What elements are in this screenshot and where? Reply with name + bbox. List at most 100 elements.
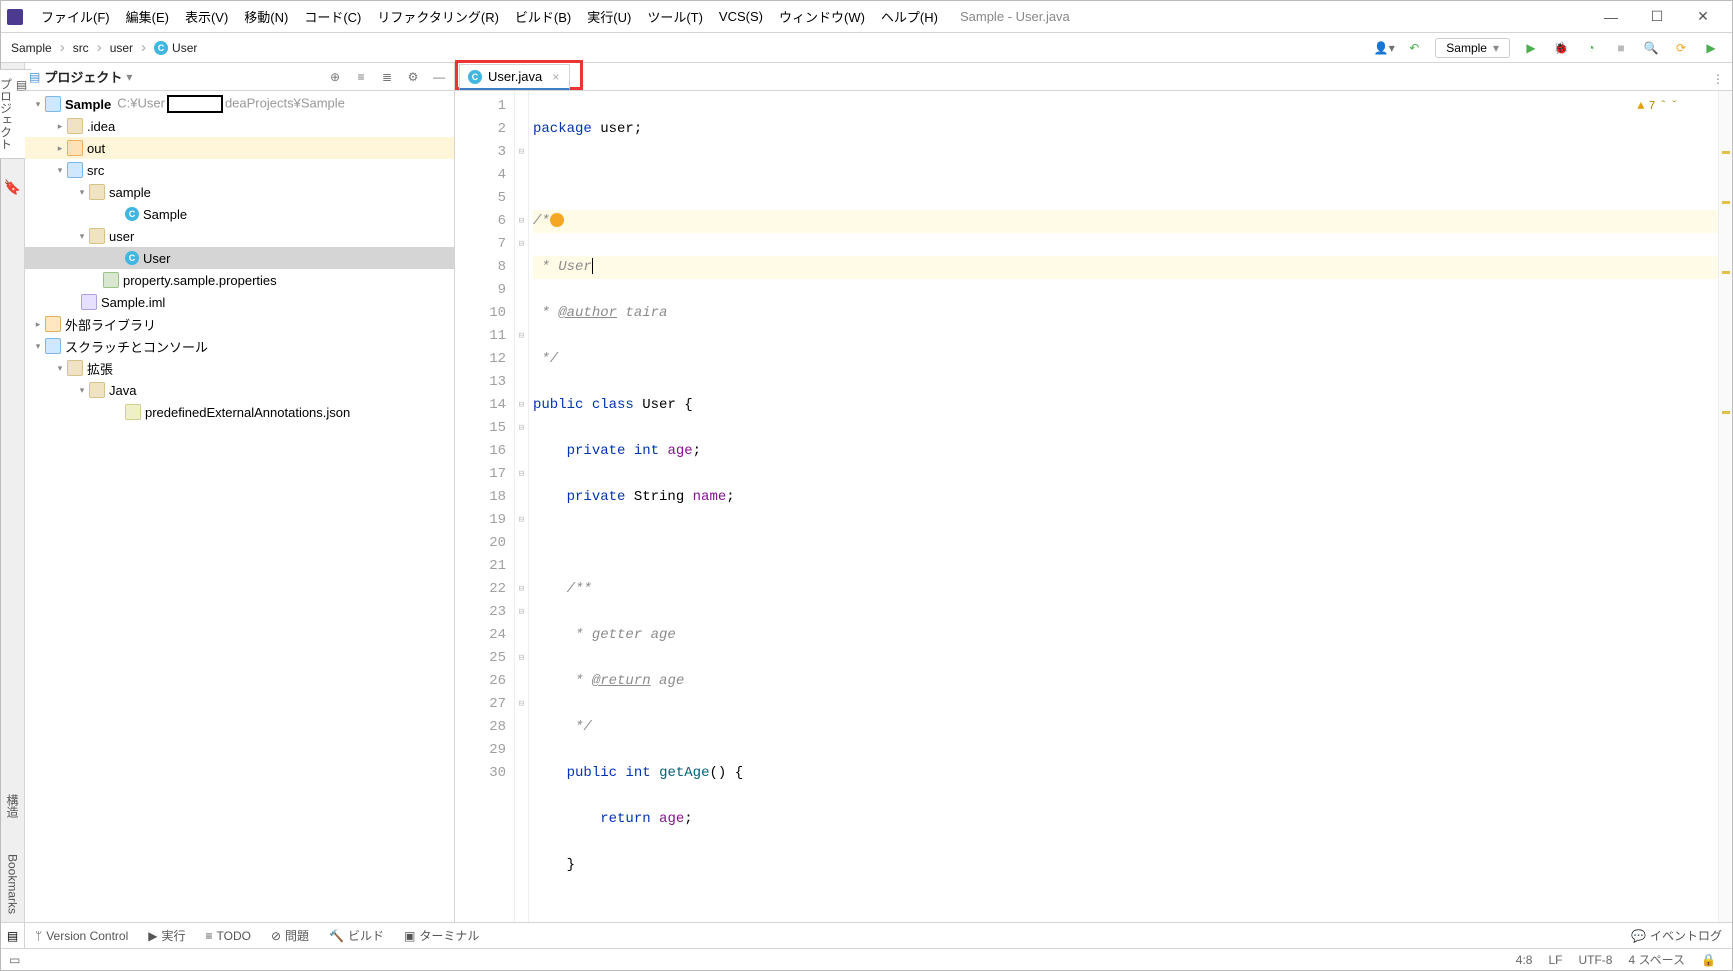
- code-editor[interactable]: 1234567891011121314151617181920212223242…: [455, 91, 1732, 922]
- debug-button[interactable]: 🐞: [1548, 37, 1574, 59]
- project-tool-header: ▤ プロジェクト ▾ ⊕ ≡ ≣ ⚙ —: [25, 63, 454, 91]
- menu-code[interactable]: コード(C): [296, 3, 369, 30]
- tree-node-user-pkg[interactable]: ▾user: [25, 225, 454, 247]
- menu-refactor[interactable]: リファクタリング(R): [369, 3, 507, 30]
- project-tree[interactable]: ▾ Sample C:¥UserdeaProjects¥Sample ▸.ide…: [25, 91, 454, 922]
- sync-icon[interactable]: ↶: [1401, 37, 1427, 59]
- status-bar: ▭ 4:8 LF UTF-8 4 スペース 🔒: [1, 948, 1732, 970]
- tree-node-iml[interactable]: ▸Sample.iml: [25, 291, 454, 313]
- menu-build[interactable]: ビルド(B): [507, 3, 579, 30]
- tool-problems[interactable]: ⊘問題: [261, 927, 319, 944]
- run-button[interactable]: ▶: [1518, 37, 1544, 59]
- tool-run[interactable]: ▶実行: [138, 927, 195, 944]
- folder-icon: [89, 382, 105, 398]
- expand-all-icon[interactable]: ≡: [350, 66, 372, 88]
- bookmarks-icon[interactable]: 🔖: [4, 179, 21, 196]
- tool-todo[interactable]: ≡TODO: [196, 929, 261, 943]
- settings-icon[interactable]: ⚙: [402, 66, 424, 88]
- tree-node-user-class[interactable]: ▸CUser: [25, 247, 454, 269]
- tool-event-log[interactable]: 💬イベントログ: [1621, 927, 1732, 944]
- breadcrumb-root[interactable]: Sample: [7, 39, 56, 57]
- editor-tab-user[interactable]: C User.java ×: [459, 64, 570, 90]
- window-close-button[interactable]: ✕: [1680, 3, 1726, 31]
- intention-bulb-icon[interactable]: [550, 213, 564, 227]
- tree-node-java[interactable]: ▾Java: [25, 379, 454, 401]
- chevron-up-icon[interactable]: ˆ: [1660, 95, 1667, 118]
- tree-node-root[interactable]: ▾ Sample C:¥UserdeaProjects¥Sample: [25, 93, 454, 115]
- navigation-bar: Sample › src › user › CUser 👤▾ ↶ Sample …: [1, 33, 1732, 63]
- menu-navigate[interactable]: 移動(N): [236, 3, 296, 30]
- tree-node-idea[interactable]: ▸.idea: [25, 115, 454, 137]
- tab-close-icon[interactable]: ×: [552, 70, 559, 84]
- menu-help[interactable]: ヘルプ(H): [873, 3, 946, 30]
- folder-icon[interactable]: ▤: [1, 923, 25, 948]
- left-tool-stripe: ▤プロジェクト 🔖 構造 Bookmarks: [1, 63, 25, 922]
- tab-menu-icon[interactable]: ⋮: [1704, 68, 1732, 90]
- tool-build[interactable]: 🔨ビルド: [319, 927, 394, 944]
- fold-gutter[interactable]: ⊟⊟⊟⊟⊟⊟⊟⊟⊟⊟⊟⊟: [515, 91, 529, 922]
- editor-area: C User.java × ⋮ 123456789101112131415161…: [455, 63, 1732, 922]
- error-stripe[interactable]: [1718, 91, 1732, 922]
- run-config-selector[interactable]: Sample ▾: [1435, 38, 1510, 58]
- tool-tab-structure[interactable]: 構造: [2, 786, 23, 826]
- stop-button[interactable]: ■: [1608, 37, 1634, 59]
- tree-node-properties[interactable]: ▸property.sample.properties: [25, 269, 454, 291]
- hide-icon[interactable]: —: [428, 66, 450, 88]
- tree-node-src[interactable]: ▾src: [25, 159, 454, 181]
- status-line-sep[interactable]: LF: [1540, 953, 1570, 967]
- tree-node-predefined[interactable]: ▸predefinedExternalAnnotations.json: [25, 401, 454, 423]
- terminal-icon: ▣: [404, 929, 415, 943]
- menu-tools[interactable]: ツール(T): [639, 3, 711, 30]
- chevron-down-icon[interactable]: ▾: [126, 70, 132, 84]
- breadcrumb-src[interactable]: src: [69, 39, 93, 57]
- menu-run[interactable]: 実行(U): [579, 3, 639, 30]
- search-button[interactable]: 🔍: [1638, 37, 1664, 59]
- menu-file[interactable]: ファイル(F): [33, 3, 118, 30]
- status-encoding[interactable]: UTF-8: [1570, 953, 1620, 967]
- status-cursor-pos[interactable]: 4:8: [1508, 953, 1541, 967]
- toolbox-button[interactable]: ▶: [1698, 37, 1724, 59]
- iml-icon: [81, 294, 97, 310]
- class-icon: C: [125, 251, 139, 265]
- chevron-right-icon: ›: [93, 39, 106, 56]
- user-icon[interactable]: 👤▾: [1371, 37, 1397, 59]
- select-opened-file-icon[interactable]: ⊕: [324, 66, 346, 88]
- status-lock-icon[interactable]: 🔒: [1693, 953, 1724, 967]
- menu-edit[interactable]: 編集(E): [118, 3, 177, 30]
- chevron-right-icon: ›: [56, 39, 69, 56]
- module-icon: [45, 96, 61, 112]
- menu-vcs[interactable]: VCS(S): [711, 5, 771, 28]
- run-config-label: Sample: [1446, 41, 1487, 55]
- breadcrumb-class[interactable]: CUser: [150, 39, 201, 57]
- package-icon: [89, 184, 105, 200]
- inspection-widget[interactable]: ▲7 ˆ ˇ: [1637, 95, 1678, 118]
- status-indent[interactable]: 4 スペース: [1620, 951, 1693, 968]
- window-minimize-button[interactable]: —: [1588, 3, 1634, 31]
- chevron-down-icon[interactable]: ˇ: [1671, 95, 1678, 118]
- collapse-all-icon[interactable]: ≣: [376, 66, 398, 88]
- breadcrumb-user[interactable]: user: [106, 39, 137, 57]
- hammer-icon: 🔨: [329, 929, 344, 943]
- tree-node-extlib[interactable]: ▸外部ライブラリ: [25, 313, 454, 335]
- tree-node-sample-pkg[interactable]: ▾sample: [25, 181, 454, 203]
- project-tool-title: プロジェクト: [44, 67, 122, 86]
- tree-node-sample-class[interactable]: ▸CSample: [25, 203, 454, 225]
- warning-icon: ▲: [1637, 95, 1644, 118]
- tree-node-scratch[interactable]: ▾スクラッチとコンソール: [25, 335, 454, 357]
- coverage-button[interactable]: ◔: [1578, 37, 1604, 59]
- menu-window[interactable]: ウィンドウ(W): [771, 3, 873, 30]
- window-maximize-button[interactable]: ☐: [1634, 3, 1680, 31]
- tree-node-ext[interactable]: ▾拡張: [25, 357, 454, 379]
- tree-node-out[interactable]: ▸out: [25, 137, 454, 159]
- tool-version-control[interactable]: ᛘVersion Control: [25, 929, 138, 943]
- code-content[interactable]: package user; /* * User * @author taira …: [529, 91, 1718, 922]
- package-icon: [89, 228, 105, 244]
- tool-terminal[interactable]: ▣ターミナル: [394, 927, 489, 944]
- library-icon: [45, 316, 61, 332]
- class-icon: C: [468, 70, 482, 84]
- tool-tab-bookmarks[interactable]: Bookmarks: [4, 846, 22, 922]
- toolwindows-icon[interactable]: ▭: [9, 953, 20, 967]
- menu-view[interactable]: 表示(V): [177, 3, 236, 30]
- source-folder-icon: [67, 162, 83, 178]
- update-button[interactable]: ⟳: [1668, 37, 1694, 59]
